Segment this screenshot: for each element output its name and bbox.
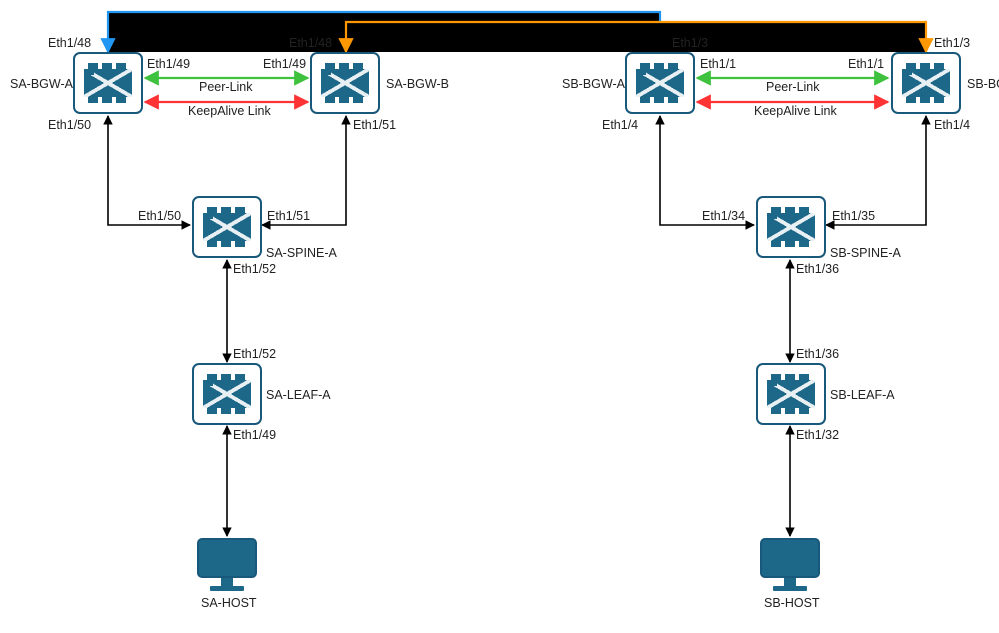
port-sb-bgw-a-top: Eth1/3: [672, 36, 708, 50]
label-sb-bgw-a: SB-BGW-A: [562, 77, 625, 91]
label-sb-bgw-b: SB-BGW-B: [967, 77, 999, 91]
port-sb-spine-left: Eth1/34: [702, 209, 745, 223]
port-sa-spine-right: Eth1/51: [267, 209, 310, 223]
port-sa-bgw-a-bot: Eth1/50: [48, 118, 91, 132]
label-sa-host: SA-HOST: [201, 596, 257, 610]
label-sa-bgw-b: SA-BGW-B: [386, 77, 449, 91]
node-sa-bgw-b: [310, 52, 380, 114]
port-sb-spine-right: Eth1/35: [832, 209, 875, 223]
port-sa-bgw-a-top: Eth1/48: [48, 36, 91, 50]
node-sb-leaf-a: [756, 363, 826, 425]
port-sa-bgw-a-right: Eth1/49: [147, 57, 190, 71]
port-sb-bgw-b-bot: Eth1/4: [934, 118, 970, 132]
node-sb-bgw-a: [625, 52, 695, 114]
label-sb-leaf-a: SB-LEAF-A: [830, 388, 895, 402]
node-sb-bgw-b: [891, 52, 961, 114]
port-sa-bgw-b-top: Eth1/48: [289, 36, 332, 50]
port-sb-spine-bot: Eth1/36: [796, 262, 839, 276]
port-sa-leaf-bot: Eth1/49: [233, 428, 276, 442]
node-sa-spine-a: [192, 196, 262, 258]
diagram-canvas: SA-BGW-A SA-BGW-B SB-BGW-A SB-BGW-B SA-S…: [0, 0, 999, 633]
port-sa-leaf-top: Eth1/52: [233, 347, 276, 361]
label-sa-leaf-a: SA-LEAF-A: [266, 388, 331, 402]
label-sa-bgw-a: SA-BGW-A: [10, 77, 73, 91]
label-sa-keepalive: KeepAlive Link: [188, 104, 271, 118]
port-sb-bgw-b-top: Eth1/3: [934, 36, 970, 50]
port-sb-bgw-a-right: Eth1/1: [700, 57, 736, 71]
label-sb-keepalive: KeepAlive Link: [754, 104, 837, 118]
port-sb-leaf-top: Eth1/36: [796, 347, 839, 361]
port-sa-spine-left: Eth1/50: [138, 209, 181, 223]
port-sb-leaf-bot: Eth1/32: [796, 428, 839, 442]
label-sa-spine-a: SA-SPINE-A: [266, 246, 337, 260]
node-sa-bgw-a: [73, 52, 143, 114]
port-sb-bgw-b-left: Eth1/1: [848, 57, 884, 71]
label-sb-spine-a: SB-SPINE-A: [830, 246, 901, 260]
node-sb-host: [758, 538, 822, 594]
node-sb-spine-a: [756, 196, 826, 258]
node-sa-leaf-a: [192, 363, 262, 425]
port-sa-bgw-b-left: Eth1/49: [263, 57, 306, 71]
label-sb-host: SB-HOST: [764, 596, 820, 610]
label-sa-peer-link: Peer-Link: [199, 80, 253, 94]
port-sa-spine-bot: Eth1/52: [233, 262, 276, 276]
label-sb-peer-link: Peer-Link: [766, 80, 820, 94]
port-sa-bgw-b-bot: Eth1/51: [353, 118, 396, 132]
port-sb-bgw-a-bot: Eth1/4: [602, 118, 638, 132]
connections-svg: [0, 0, 999, 633]
node-sa-host: [195, 538, 259, 594]
link-orange-sa-bgw-b-to-sb-bgw-b: [346, 22, 926, 52]
